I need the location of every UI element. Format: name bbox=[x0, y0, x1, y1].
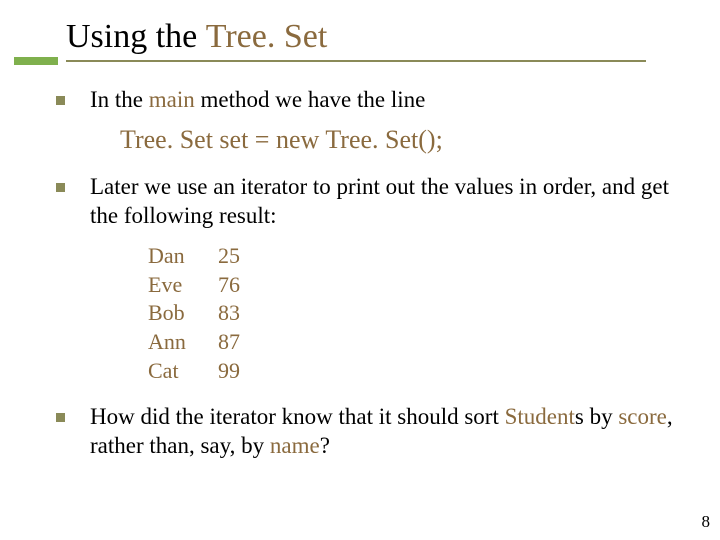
title-accent-icon bbox=[14, 57, 58, 65]
b3-c3: name bbox=[270, 433, 320, 458]
output-row: Bob83 bbox=[148, 299, 680, 328]
output-row: Cat99 bbox=[148, 357, 680, 386]
b1-pre: In the bbox=[90, 87, 149, 112]
square-bullet-icon bbox=[56, 413, 65, 422]
bullet-item-3: How did the iterator know that it should… bbox=[52, 403, 680, 461]
square-bullet-icon bbox=[56, 96, 65, 105]
title-prefix: Using the bbox=[66, 18, 206, 55]
output-score: 25 bbox=[218, 243, 240, 268]
output-row: Eve76 bbox=[148, 271, 680, 300]
output-score: 76 bbox=[218, 272, 240, 297]
bullet-item-1: In the main method we have the line bbox=[52, 86, 680, 115]
code-line: Tree. Set set = new Tree. Set(); bbox=[120, 125, 680, 155]
page-number: 8 bbox=[702, 512, 711, 532]
bullet-item-2: Later we use an iterator to print out th… bbox=[52, 173, 680, 231]
b3-c1: Student bbox=[505, 404, 575, 429]
output-row: Dan25 bbox=[148, 242, 680, 271]
b3-c2: score bbox=[618, 404, 667, 429]
output-name: Cat bbox=[148, 357, 218, 386]
title-code: Tree. Set bbox=[206, 18, 328, 55]
b3-t2: s by bbox=[575, 404, 618, 429]
output-name: Ann bbox=[148, 328, 218, 357]
output-score: 87 bbox=[218, 329, 240, 354]
slide: Using the Tree. Set In the main method w… bbox=[0, 0, 720, 540]
b1-code: main bbox=[149, 87, 195, 112]
b3-t4: ? bbox=[320, 433, 330, 458]
output-name: Dan bbox=[148, 242, 218, 271]
title-underline bbox=[66, 60, 646, 62]
slide-title: Using the Tree. Set bbox=[66, 18, 666, 60]
b2-text: Later we use an iterator to print out th… bbox=[90, 174, 669, 228]
output-name: Eve bbox=[148, 271, 218, 300]
b1-post: method we have the line bbox=[195, 87, 426, 112]
body: In the main method we have the line Tree… bbox=[52, 86, 680, 471]
output-score: 83 bbox=[218, 300, 240, 325]
output-row: Ann87 bbox=[148, 328, 680, 357]
title-wrap: Using the Tree. Set bbox=[66, 18, 666, 60]
output-block: Dan25 Eve76 Bob83 Ann87 Cat99 bbox=[148, 242, 680, 385]
square-bullet-icon bbox=[56, 183, 65, 192]
b3-t1: How did the iterator know that it should… bbox=[90, 404, 505, 429]
output-score: 99 bbox=[218, 358, 240, 383]
output-name: Bob bbox=[148, 299, 218, 328]
